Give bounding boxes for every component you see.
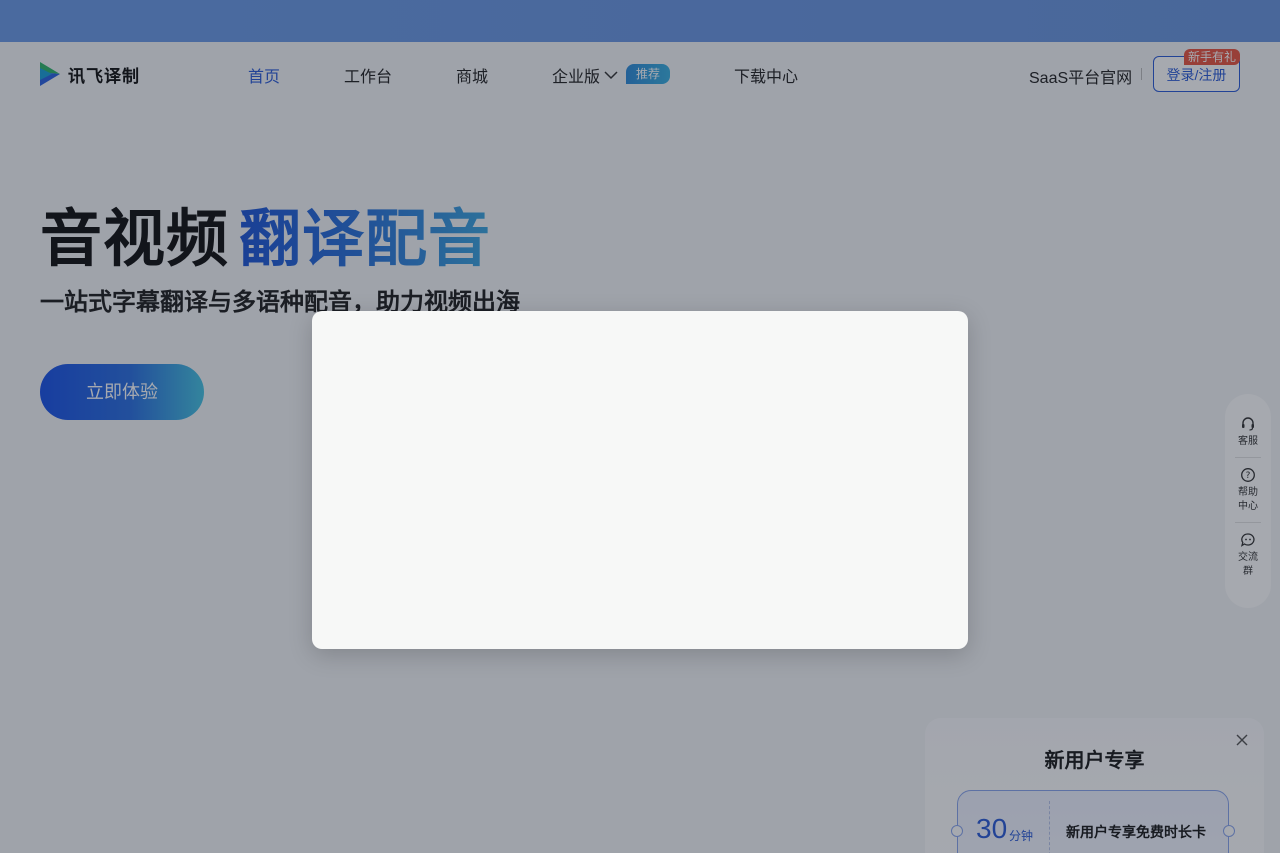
modal-dialog xyxy=(312,311,968,649)
